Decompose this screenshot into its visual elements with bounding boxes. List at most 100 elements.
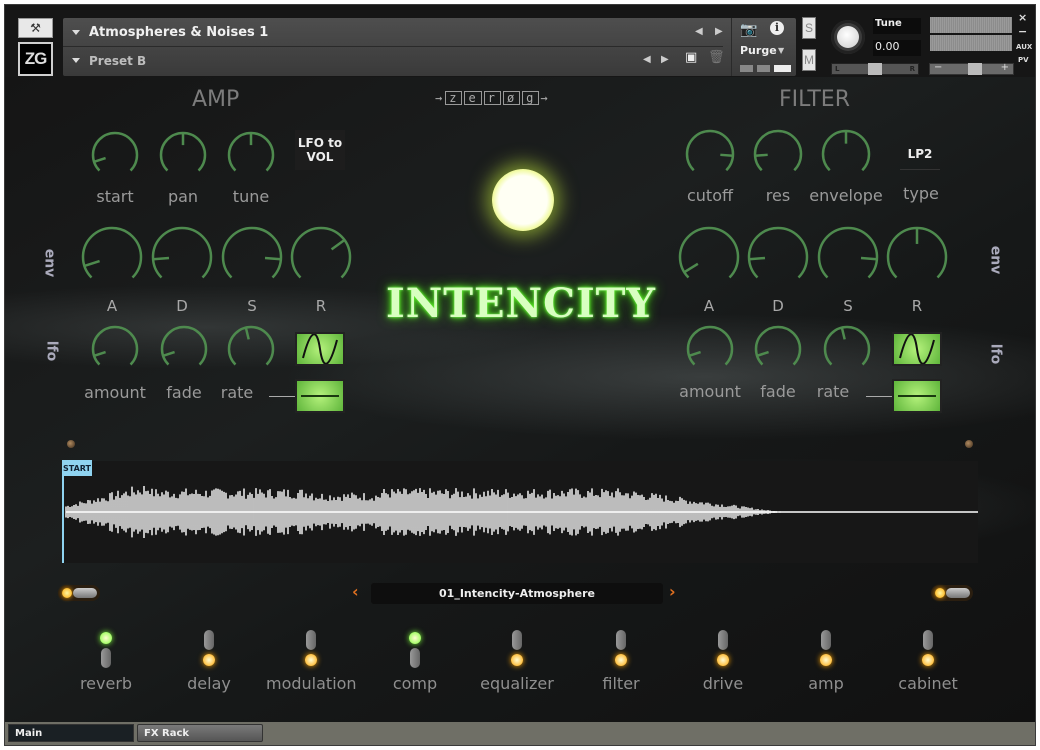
switch-lever xyxy=(101,648,111,668)
volume-handle[interactable] xyxy=(968,63,982,75)
pv-button[interactable]: PV xyxy=(1018,56,1029,64)
amp-decay-knob[interactable] xyxy=(149,224,215,290)
knob-arc xyxy=(151,226,213,279)
amp-lfo-amount-knob[interactable] xyxy=(89,323,141,375)
lfo-to-vol-line1: LFO to xyxy=(297,136,343,150)
solo-button[interactable]: S xyxy=(802,17,816,39)
volume-slider[interactable]: − + xyxy=(929,62,1014,75)
start-marker[interactable]: START xyxy=(62,460,92,476)
mute-button[interactable]: M xyxy=(802,49,816,71)
prev-instrument-icon[interactable]: ◀ xyxy=(695,26,703,37)
filter-decay-knob[interactable] xyxy=(745,224,811,290)
fx-switch-drive[interactable]: drive xyxy=(678,630,768,693)
dropdown-icon[interactable] xyxy=(72,58,80,63)
aux-button[interactable]: AUX xyxy=(1016,43,1032,51)
filter-lfo-rate-knob[interactable] xyxy=(821,323,873,375)
filter-lfo-sine-wave-button[interactable] xyxy=(892,332,942,366)
toggle-switch[interactable] xyxy=(511,630,523,670)
amp-sustain-knob[interactable] xyxy=(219,224,285,290)
amp-start-knob[interactable] xyxy=(89,129,141,181)
filter-type-select[interactable]: LP2 xyxy=(900,139,940,170)
amp-decay-label: D xyxy=(176,297,188,315)
filter-lfo-retrigger-button[interactable] xyxy=(892,379,942,413)
knob-arc xyxy=(290,226,352,279)
toggle-switch[interactable] xyxy=(615,630,627,670)
fx-switch-modulation[interactable]: modulation xyxy=(266,630,357,693)
filter-cutoff-knob[interactable] xyxy=(683,127,737,181)
save-icon[interactable]: ▣ xyxy=(685,50,697,65)
trash-icon[interactable]: 🗑 xyxy=(708,50,725,65)
filter-attack-knob[interactable] xyxy=(676,224,742,290)
right-toggle[interactable] xyxy=(931,585,973,601)
filter-sustain-knob[interactable] xyxy=(815,224,881,290)
screw-icon xyxy=(965,440,973,448)
toggle-switch[interactable] xyxy=(717,630,729,670)
left-toggle[interactable] xyxy=(58,585,100,601)
camera-icon[interactable]: 📷 xyxy=(740,22,757,38)
wrench-icon[interactable]: ⚒ xyxy=(18,18,53,38)
info-icon[interactable]: i xyxy=(770,21,784,35)
toggle-switch[interactable] xyxy=(100,630,112,670)
zg-logo: ZG xyxy=(18,42,53,76)
sample-name-display[interactable]: 01_Intencity-Atmosphere xyxy=(371,583,663,604)
next-sample-icon[interactable]: › xyxy=(669,582,676,601)
toggle-switch[interactable] xyxy=(922,630,934,670)
amp-pan-knob[interactable] xyxy=(157,129,209,181)
fx-switch-delay[interactable]: delay xyxy=(164,630,254,693)
filter-lfo-fade-knob[interactable] xyxy=(752,323,804,375)
dropdown-icon[interactable] xyxy=(72,30,80,35)
switch-lever xyxy=(923,630,933,650)
close-icon[interactable]: × xyxy=(1018,11,1027,24)
amp-lfo-retrigger-button[interactable] xyxy=(295,379,345,413)
toggle-switch[interactable] xyxy=(305,630,317,670)
toggle-switch[interactable] xyxy=(409,630,421,670)
screw-icon xyxy=(67,440,75,448)
amp-attack-label: A xyxy=(106,297,118,315)
amp-tune-knob[interactable] xyxy=(225,129,277,181)
fx-switch-equalizer[interactable]: equalizer xyxy=(472,630,562,693)
amp-attack-knob[interactable] xyxy=(79,224,145,290)
led-icon xyxy=(922,654,934,666)
amp-lfo-rate-label: rate xyxy=(220,383,254,402)
prev-sample-icon[interactable]: ‹ xyxy=(352,582,359,601)
fx-switch-comp[interactable]: comp xyxy=(370,630,460,693)
knob-arc xyxy=(685,129,735,172)
amp-release-knob[interactable] xyxy=(288,224,354,290)
filter-lfo-amount-knob[interactable] xyxy=(684,323,736,375)
filter-lfo-amount-label: amount xyxy=(679,382,741,401)
prev-preset-icon[interactable]: ◀ xyxy=(643,54,651,65)
filter-attack-label: A xyxy=(703,297,715,315)
amp-lfo-fade-knob[interactable] xyxy=(158,323,210,375)
lfo-to-vol-button[interactable]: LFO to VOL xyxy=(295,130,345,170)
lfo-to-vol-line2: VOL xyxy=(306,150,334,164)
tab-main[interactable]: Main xyxy=(8,724,134,742)
filter-res-label: res xyxy=(765,186,791,205)
fx-switch-cabinet[interactable]: cabinet xyxy=(883,630,973,693)
instrument-name: Atmospheres & Noises 1 xyxy=(89,25,269,40)
filter-res-knob[interactable] xyxy=(751,127,805,181)
next-instrument-icon[interactable]: ▶ xyxy=(715,26,723,37)
filter-envelope-knob[interactable] xyxy=(819,127,873,181)
instrument-name-row[interactable]: Atmospheres & Noises 1 xyxy=(63,19,723,47)
toggle-switch[interactable] xyxy=(820,630,832,670)
waveform-display[interactable] xyxy=(62,461,978,563)
knob-indicator xyxy=(688,350,701,357)
fx-switch-amp[interactable]: amp xyxy=(781,630,871,693)
amp-lfo-sine-wave-button[interactable] xyxy=(295,332,345,366)
amp-lfo-rate-knob[interactable] xyxy=(225,323,277,375)
tune-value[interactable]: 0.00 xyxy=(873,40,921,56)
minimize-icon[interactable]: − xyxy=(1018,25,1027,38)
toggle-switch[interactable] xyxy=(203,630,215,670)
next-preset-icon[interactable]: ▶ xyxy=(661,54,669,65)
tune-knob[interactable] xyxy=(831,20,865,54)
purge-menu[interactable]: Purge xyxy=(740,44,777,57)
preset-row[interactable]: Preset B xyxy=(63,47,723,74)
fx-switch-reverb[interactable]: reverb xyxy=(61,630,151,693)
fx-switch-filter[interactable]: filter xyxy=(576,630,666,693)
tab-fx-rack[interactable]: FX Rack xyxy=(137,724,263,742)
pan-slider[interactable]: L R xyxy=(831,63,919,75)
purge-dropdown-icon[interactable]: ▼ xyxy=(778,46,784,55)
pan-handle[interactable] xyxy=(868,63,882,75)
filter-release-knob[interactable] xyxy=(884,224,950,290)
start-marker-line[interactable] xyxy=(62,476,64,563)
